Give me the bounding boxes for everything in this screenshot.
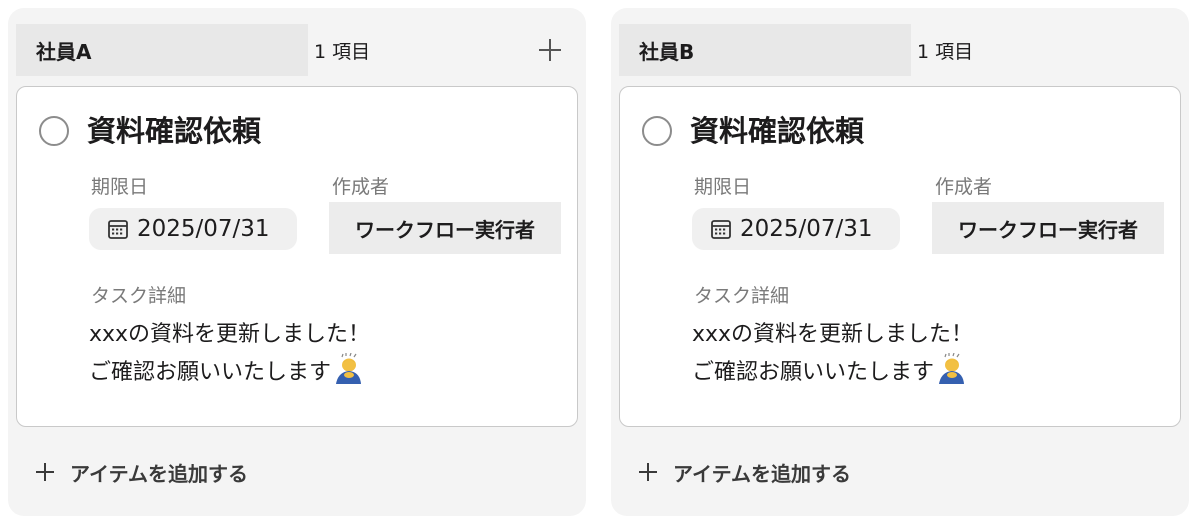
calendar-icon [108,220,128,239]
bowing-person-emoji [336,353,362,384]
task-detail-label: タスク詳細 [91,285,187,307]
creator-name[interactable]: ワークフロー実行者 [329,202,561,254]
due-date-chip[interactable]: 2025/07/31 [692,208,900,250]
detail-line-1: xxxの資料を更新しました！ [692,322,974,347]
task-detail-text: xxxの資料を更新しました！ ご確認お願いいたします [692,317,973,391]
detail-line-2: ご確認お願いいたします [89,360,332,385]
plus-icon [539,39,561,61]
creator-name[interactable]: ワークフロー実行者 [932,202,1164,254]
complete-checkbox[interactable] [642,116,672,146]
add-column-item-button[interactable] [530,26,570,74]
detail-line-2-wrap: ご確認お願いいたします [89,353,370,391]
due-date-label: 期限日 [694,176,752,198]
task-detail-text: xxxの資料を更新しました！ ご確認お願いいたします [89,317,370,391]
column-header: 社員A 1 項目 [16,24,578,76]
creator-label: 作成者 [935,176,993,198]
complete-checkbox[interactable] [39,116,69,146]
creator-label: 作成者 [332,176,390,198]
plus-icon [639,463,657,481]
list-column-employee-b: 社員B 1 項目 資料確認依頼 期限日 作成者 2025/07/31 ワークフロ… [611,8,1189,516]
due-date-value: 2025/07/31 [137,216,270,242]
due-date-chip[interactable]: 2025/07/31 [89,208,297,250]
detail-line-2: ご確認お願いいたします [692,360,935,385]
task-card[interactable]: 資料確認依頼 期限日 作成者 2025/07/31 ワークフロー実行者 タスク詳… [16,86,578,427]
calendar-icon [711,220,731,239]
due-date-value: 2025/07/31 [740,216,873,242]
list-column-employee-a: 社員A 1 項目 資料確認依頼 期限日 作成者 2025/07/31 ワークフロ… [8,8,586,516]
item-count: 1 項目 [314,40,371,63]
item-count: 1 項目 [917,40,974,63]
group-name[interactable]: 社員B [619,24,911,76]
column-header: 社員B 1 項目 [619,24,1181,76]
add-item-button[interactable]: アイテムを追加する [637,452,851,492]
due-date-label: 期限日 [91,176,149,198]
add-item-button[interactable]: アイテムを追加する [34,452,248,492]
add-item-label: アイテムを追加する [673,461,851,486]
group-name[interactable]: 社員A [16,24,308,76]
task-title: 資料確認依頼 [690,114,865,148]
plus-icon [36,463,54,481]
detail-line-1: xxxの資料を更新しました！ [89,322,371,347]
detail-line-2-wrap: ご確認お願いいたします [692,353,973,391]
task-title: 資料確認依頼 [87,114,262,148]
task-card[interactable]: 資料確認依頼 期限日 作成者 2025/07/31 ワークフロー実行者 タスク詳… [619,86,1181,427]
add-item-label: アイテムを追加する [70,461,248,486]
task-detail-label: タスク詳細 [694,285,790,307]
bowing-person-emoji [939,353,965,384]
